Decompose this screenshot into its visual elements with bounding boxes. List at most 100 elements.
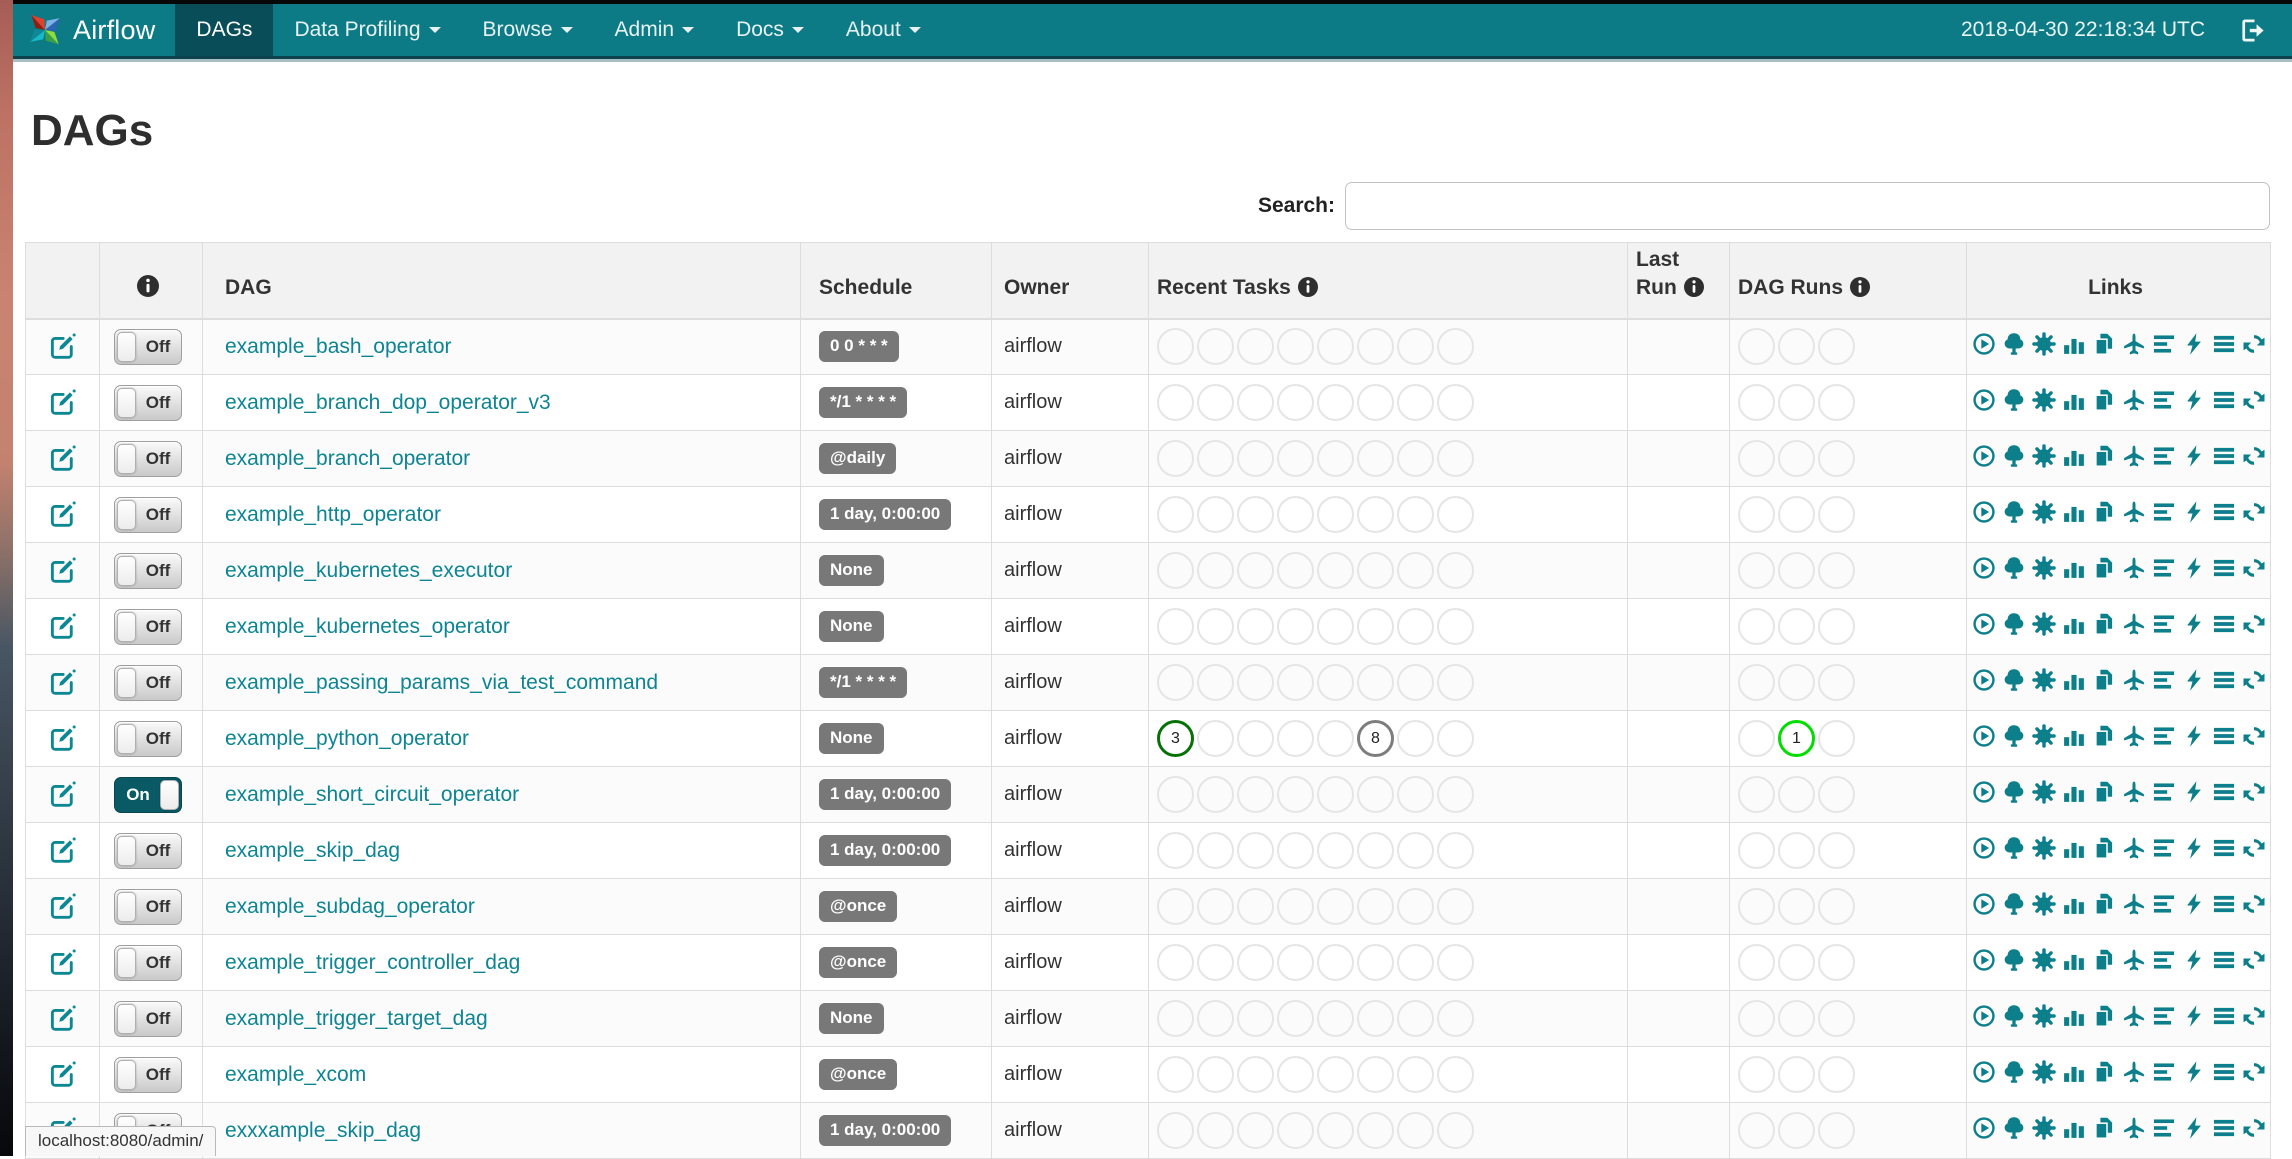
task-duration-icon[interactable]	[2062, 948, 2086, 972]
logs-icon[interactable]	[2212, 668, 2236, 692]
gantt-icon[interactable]	[2152, 780, 2176, 804]
landing-times-icon[interactable]	[2122, 948, 2146, 972]
gantt-icon[interactable]	[2152, 1116, 2176, 1140]
gantt-icon[interactable]	[2152, 500, 2176, 524]
tree-view-icon[interactable]	[2002, 332, 2026, 356]
refresh-icon[interactable]	[2242, 388, 2266, 412]
graph-view-icon[interactable]	[2032, 780, 2056, 804]
landing-times-icon[interactable]	[2122, 332, 2146, 356]
graph-view-icon[interactable]	[2032, 1060, 2056, 1084]
edit-dag-icon[interactable]	[49, 781, 76, 808]
dag-pause-toggle[interactable]: Off	[114, 384, 182, 421]
dag-link[interactable]: example_kubernetes_executor	[225, 559, 512, 582]
nav-item-admin[interactable]: Admin	[594, 4, 716, 56]
task-tries-icon[interactable]	[2092, 724, 2116, 748]
landing-times-icon[interactable]	[2122, 388, 2146, 412]
tree-view-icon[interactable]	[2002, 780, 2026, 804]
edit-dag-icon[interactable]	[49, 837, 76, 864]
task-duration-icon[interactable]	[2062, 836, 2086, 860]
search-input[interactable]	[1345, 182, 2270, 230]
task-tries-icon[interactable]	[2092, 668, 2116, 692]
success-count-circle[interactable]: 3	[1157, 720, 1194, 757]
code-view-icon[interactable]	[2182, 444, 2206, 468]
edit-dag-icon[interactable]	[49, 1005, 76, 1032]
schedule-badge[interactable]: @once	[819, 947, 898, 978]
refresh-icon[interactable]	[2242, 1004, 2266, 1028]
code-view-icon[interactable]	[2182, 724, 2206, 748]
dag-link[interactable]: example_trigger_controller_dag	[225, 951, 520, 974]
logs-icon[interactable]	[2212, 724, 2236, 748]
code-view-icon[interactable]	[2182, 892, 2206, 916]
schedule-badge[interactable]: @once	[819, 891, 898, 922]
logs-icon[interactable]	[2212, 556, 2236, 580]
dag-link[interactable]: example_xcom	[225, 1063, 366, 1086]
trigger-dag-icon[interactable]	[1972, 724, 1996, 748]
dag-pause-toggle[interactable]: Off	[114, 888, 182, 925]
nav-item-dags[interactable]: DAGs	[175, 4, 274, 56]
code-view-icon[interactable]	[2182, 388, 2206, 412]
graph-view-icon[interactable]	[2032, 388, 2056, 412]
landing-times-icon[interactable]	[2122, 724, 2146, 748]
task-tries-icon[interactable]	[2092, 1116, 2116, 1140]
tree-view-icon[interactable]	[2002, 948, 2026, 972]
refresh-icon[interactable]	[2242, 500, 2266, 524]
trigger-dag-icon[interactable]	[1972, 332, 1996, 356]
code-view-icon[interactable]	[2182, 500, 2206, 524]
nav-item-data-profiling[interactable]: Data Profiling	[273, 4, 461, 56]
task-tries-icon[interactable]	[2092, 500, 2116, 524]
dag-pause-toggle[interactable]: Off	[114, 440, 182, 477]
landing-times-icon[interactable]	[2122, 1004, 2146, 1028]
task-duration-icon[interactable]	[2062, 1060, 2086, 1084]
nav-item-docs[interactable]: Docs	[715, 4, 825, 56]
tree-view-icon[interactable]	[2002, 724, 2026, 748]
gantt-icon[interactable]	[2152, 556, 2176, 580]
landing-times-icon[interactable]	[2122, 668, 2146, 692]
landing-times-icon[interactable]	[2122, 892, 2146, 916]
graph-view-icon[interactable]	[2032, 668, 2056, 692]
schedule-badge[interactable]: 0 0 * * *	[819, 331, 899, 363]
refresh-icon[interactable]	[2242, 892, 2266, 916]
logs-icon[interactable]	[2212, 836, 2236, 860]
trigger-dag-icon[interactable]	[1972, 948, 1996, 972]
dag-link[interactable]: example_subdag_operator	[225, 895, 475, 918]
logout-icon[interactable]	[2239, 17, 2266, 44]
task-duration-icon[interactable]	[2062, 612, 2086, 636]
dag-link[interactable]: example_short_circuit_operator	[225, 783, 519, 806]
task-tries-icon[interactable]	[2092, 444, 2116, 468]
nav-item-browse[interactable]: Browse	[462, 4, 594, 56]
dag-link[interactable]: example_http_operator	[225, 503, 441, 526]
refresh-icon[interactable]	[2242, 556, 2266, 580]
trigger-dag-icon[interactable]	[1972, 1060, 1996, 1084]
dag-pause-toggle[interactable]: Off	[114, 1056, 182, 1093]
schedule-badge[interactable]: 1 day, 0:00:00	[819, 499, 952, 530]
code-view-icon[interactable]	[2182, 612, 2206, 636]
trigger-dag-icon[interactable]	[1972, 1004, 1996, 1028]
graph-view-icon[interactable]	[2032, 892, 2056, 916]
schedule-badge[interactable]: None	[819, 1003, 884, 1034]
gantt-icon[interactable]	[2152, 332, 2176, 356]
landing-times-icon[interactable]	[2122, 1060, 2146, 1084]
schedule-badge[interactable]: @daily	[819, 443, 897, 474]
refresh-icon[interactable]	[2242, 1116, 2266, 1140]
graph-view-icon[interactable]	[2032, 612, 2056, 636]
task-tries-icon[interactable]	[2092, 780, 2116, 804]
trigger-dag-icon[interactable]	[1972, 388, 1996, 412]
task-tries-icon[interactable]	[2092, 1060, 2116, 1084]
gantt-icon[interactable]	[2152, 1060, 2176, 1084]
tree-view-icon[interactable]	[2002, 388, 2026, 412]
task-tries-icon[interactable]	[2092, 388, 2116, 412]
task-duration-icon[interactable]	[2062, 500, 2086, 524]
refresh-icon[interactable]	[2242, 612, 2266, 636]
dag-link[interactable]: example_python_operator	[225, 727, 469, 750]
graph-view-icon[interactable]	[2032, 1004, 2056, 1028]
tree-view-icon[interactable]	[2002, 444, 2026, 468]
schedule-badge[interactable]: 1 day, 0:00:00	[819, 1115, 952, 1146]
edit-dag-icon[interactable]	[49, 893, 76, 920]
dag-link[interactable]: example_passing_params_via_test_command	[225, 671, 658, 694]
code-view-icon[interactable]	[2182, 1004, 2206, 1028]
graph-view-icon[interactable]	[2032, 836, 2056, 860]
trigger-dag-icon[interactable]	[1972, 780, 1996, 804]
graph-view-icon[interactable]	[2032, 556, 2056, 580]
edit-dag-icon[interactable]	[49, 949, 76, 976]
gantt-icon[interactable]	[2152, 892, 2176, 916]
